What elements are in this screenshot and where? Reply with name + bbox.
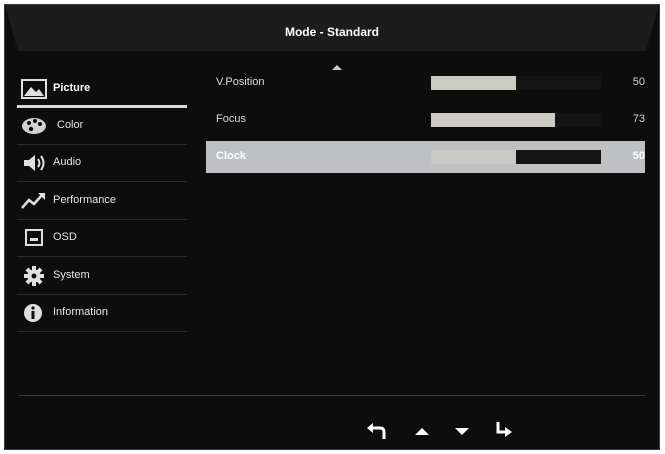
osd-menu: Mode - Standard Picture Color Audio Perf…	[4, 4, 660, 450]
sidebar-item-information[interactable]: Information	[17, 295, 187, 332]
setting-row-clock[interactable]: Clock 50	[206, 141, 645, 173]
speaker-icon	[24, 155, 45, 171]
setting-name: V.Position	[216, 76, 265, 88]
slider-fill	[431, 76, 516, 90]
slider-fill	[431, 150, 516, 164]
back-icon[interactable]	[365, 421, 387, 441]
setting-row-v-position[interactable]: V.Position 50	[206, 67, 645, 99]
sidebar-item-label: Audio	[53, 156, 82, 168]
sidebar-item-label: Information	[53, 306, 109, 318]
setting-row-focus[interactable]: Focus 73	[206, 104, 645, 136]
sidebar-item-label: Performance	[53, 194, 116, 206]
setting-name: Clock	[216, 150, 246, 162]
focus-slider[interactable]	[431, 113, 601, 127]
setting-value: 50	[632, 150, 645, 162]
v-position-slider[interactable]	[431, 76, 601, 90]
enter-icon[interactable]	[493, 421, 515, 441]
setting-name: Focus	[216, 113, 246, 125]
down-arrow-icon[interactable]	[451, 421, 473, 441]
setting-value: 73	[632, 113, 645, 125]
mode-title: Mode - Standard	[284, 25, 379, 39]
sidebar-item-label: Color	[57, 119, 84, 131]
sidebar-item-label: Picture	[53, 82, 91, 94]
slider-fill	[431, 113, 556, 127]
sidebar-item-picture[interactable]: Picture	[17, 71, 187, 108]
sidebar-item-label: OSD	[53, 231, 77, 243]
sidebar-item-color[interactable]: Color	[17, 108, 187, 145]
sidebar-item-osd[interactable]: OSD	[17, 220, 187, 257]
osd-window-icon	[25, 229, 43, 246]
sidebar-item-audio[interactable]: Audio	[17, 145, 187, 182]
gear-icon	[24, 266, 44, 286]
sidebar-item-system[interactable]: System	[17, 258, 187, 295]
setting-value: 50	[632, 76, 645, 88]
bottom-divider	[19, 395, 645, 396]
trend-icon	[21, 193, 45, 209]
up-arrow-icon[interactable]	[411, 421, 433, 441]
picture-icon	[21, 79, 47, 99]
sidebar-item-label: System	[53, 269, 90, 281]
sidebar-item-performance[interactable]: Performance	[17, 183, 187, 220]
clock-slider[interactable]	[431, 150, 601, 164]
palette-icon	[22, 118, 46, 134]
info-icon	[24, 304, 42, 322]
